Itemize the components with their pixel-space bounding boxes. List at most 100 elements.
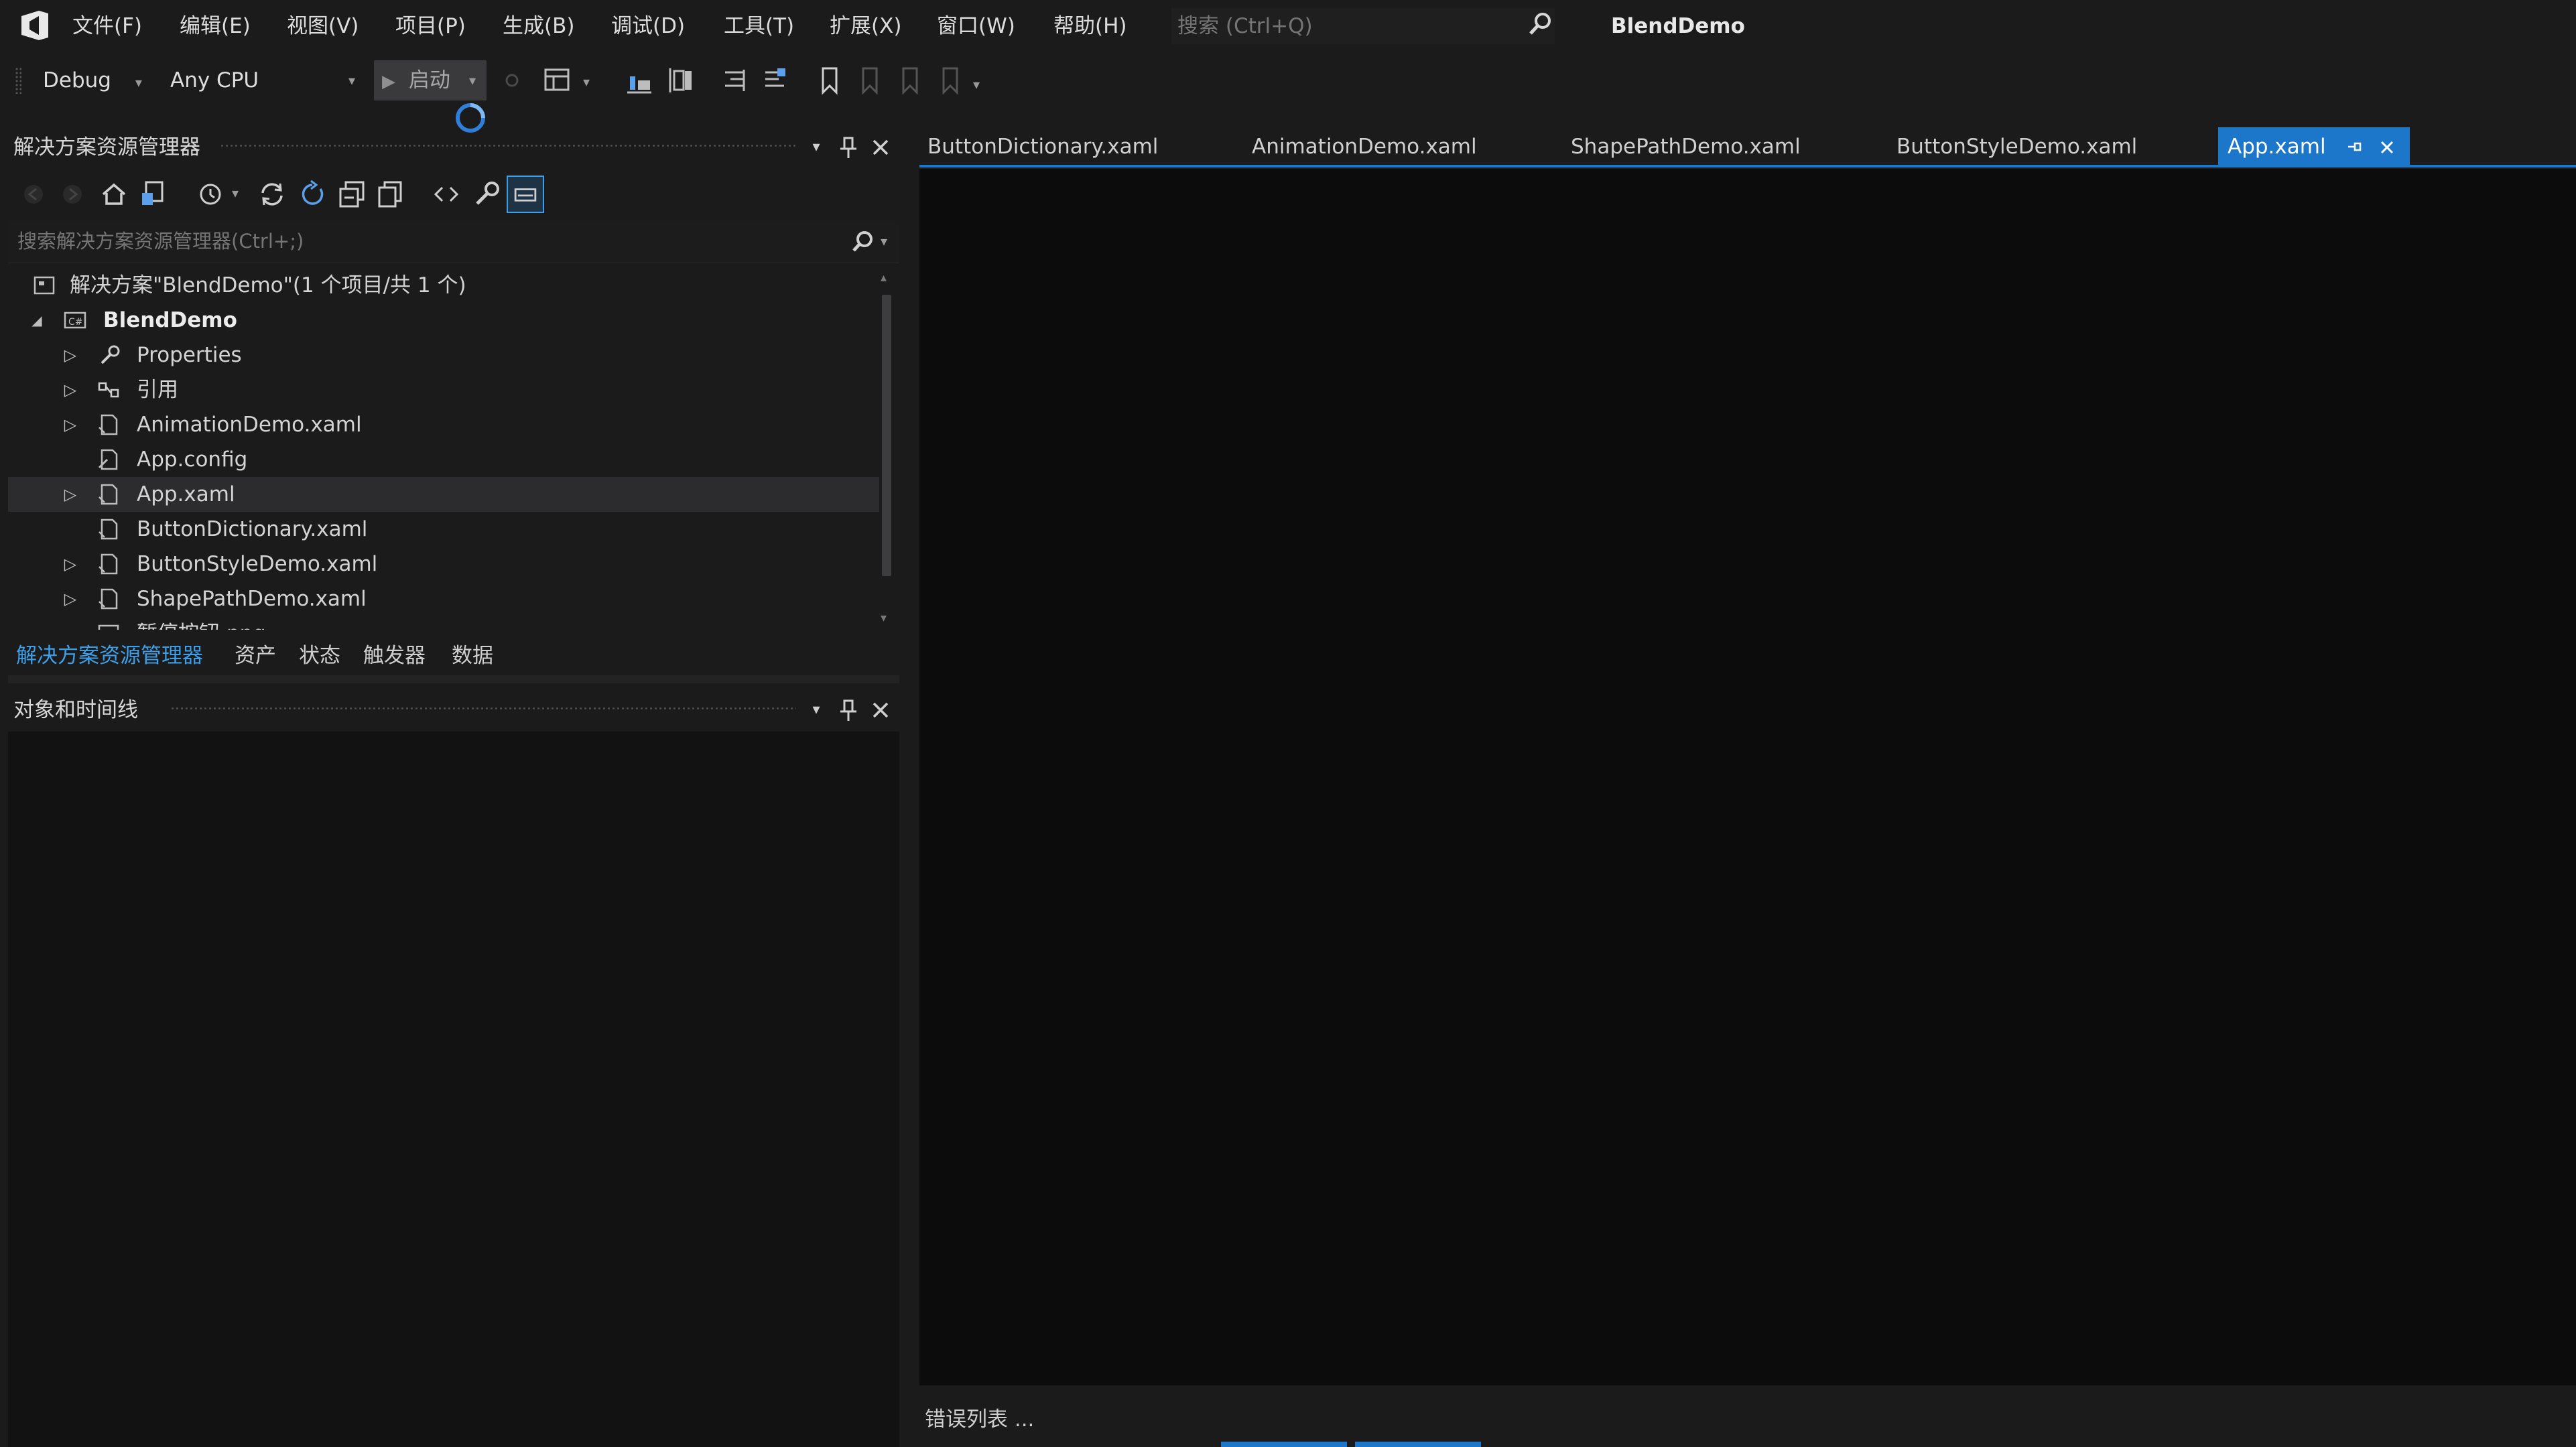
tree-project-node[interactable]: ◢ C# BlendDemo — [8, 303, 879, 338]
menu-extensions[interactable]: 扩展(X) — [826, 11, 905, 42]
tree-item-selected[interactable]: ▷ App.xaml — [8, 477, 879, 512]
chevron-down-icon: ▾ — [348, 72, 355, 88]
tree-item[interactable]: ButtonDictionary.xaml — [8, 512, 879, 547]
configuration-value: Debug — [43, 68, 111, 92]
forward-icon[interactable] — [54, 176, 91, 213]
menu-edit[interactable]: 编辑(E) — [176, 11, 255, 42]
blend-logo-icon[interactable] — [16, 7, 54, 44]
tree-item[interactable]: ▷ AnimationDemo.xaml — [8, 407, 879, 442]
error-list-title[interactable]: 错误列表 ... — [925, 1403, 1034, 1436]
close-icon[interactable] — [867, 134, 894, 161]
panel-drag-handle[interactable] — [220, 127, 796, 167]
tab-states[interactable]: 状态 — [299, 639, 340, 673]
menu-view[interactable]: 视图(V) — [283, 11, 363, 42]
tab-animation-demo[interactable]: AnimationDemo.xaml — [1252, 127, 1477, 166]
tab-triggers[interactable]: 触发器 — [363, 639, 426, 673]
menu-file[interactable]: 文件(F) — [68, 11, 146, 42]
tab-button-style-demo[interactable]: ButtonStyleDemo.xaml — [1896, 127, 2137, 166]
show-all-files-icon[interactable] — [373, 176, 410, 213]
global-search-input[interactable] — [1172, 9, 1554, 44]
outdent-icon[interactable] — [759, 64, 791, 96]
expand-arrow-icon[interactable]: ▷ — [60, 338, 80, 372]
collapse-all-icon[interactable] — [334, 176, 371, 213]
tab-solution-explorer[interactable]: 解决方案资源管理器 — [16, 639, 203, 673]
global-search-box[interactable] — [1171, 8, 1555, 44]
expand-arrow-icon[interactable]: ▷ — [60, 477, 80, 512]
chevron-down-icon[interactable]: ▾ — [232, 185, 239, 201]
solution-explorer-title[interactable]: 解决方案资源管理器 — [13, 127, 200, 167]
next-bookmark-icon[interactable] — [894, 64, 926, 96]
pin-icon[interactable] — [2345, 138, 2363, 155]
collapse-arrow-icon[interactable]: ◢ — [27, 303, 47, 338]
attach-icon[interactable] — [496, 64, 528, 96]
switch-views-icon[interactable] — [135, 176, 173, 213]
platform-dropdown[interactable]: Any CPU ▾ — [170, 62, 365, 99]
close-icon[interactable] — [867, 697, 894, 724]
clear-bookmarks-icon[interactable] — [934, 64, 966, 96]
bottom-panel-tab[interactable] — [1221, 1442, 1347, 1447]
toolbar-overflow-icon[interactable]: ▾ — [973, 76, 980, 92]
properties-wrench-icon[interactable] — [468, 176, 505, 213]
start-dropdown-chevron-icon[interactable]: ▾ — [469, 72, 476, 88]
align-left-icon[interactable] — [665, 64, 697, 96]
tab-button-dictionary[interactable]: ButtonDictionary.xaml — [927, 127, 1158, 166]
menu-tools[interactable]: 工具(T) — [720, 11, 798, 42]
tree-item[interactable]: ▷ ButtonStyleDemo.xaml — [8, 547, 879, 581]
tree-item[interactable]: 暂停按钮.png — [8, 616, 879, 630]
editor-canvas[interactable] — [919, 169, 2576, 1385]
panel-menu-chevron-icon[interactable]: ▾ — [803, 134, 830, 161]
search-icon[interactable] — [1525, 9, 1555, 39]
view-code-icon[interactable] — [428, 176, 465, 213]
refresh-icon[interactable] — [294, 176, 331, 213]
expand-arrow-icon[interactable]: ▷ — [60, 581, 80, 616]
chevron-down-icon: ▾ — [135, 74, 142, 90]
indent-icon[interactable] — [718, 64, 751, 96]
tree-solution-node[interactable]: 解决方案"BlendDemo"(1 个项目/共 1 个) — [8, 268, 879, 303]
close-icon[interactable] — [2378, 138, 2396, 157]
panel-drag-handle[interactable] — [170, 690, 796, 730]
scroll-up-arrow-icon[interactable]: ▴ — [881, 271, 887, 285]
chevron-down-icon[interactable]: ▾ — [583, 74, 590, 90]
menu-window[interactable]: 窗口(W) — [933, 11, 1019, 42]
tab-assets[interactable]: 资产 — [235, 639, 276, 673]
tree-item[interactable]: ▷ Properties — [8, 338, 879, 372]
search-options-chevron-icon[interactable]: ▾ — [881, 233, 887, 249]
panel-menu-chevron-icon[interactable]: ▾ — [803, 697, 830, 724]
tab-data[interactable]: 数据 — [452, 639, 493, 673]
tab-app-xaml-active[interactable]: App.xaml — [2218, 127, 2410, 166]
tree-item[interactable]: ▷ ShapePathDemo.xaml — [8, 581, 879, 616]
solution-explorer-search-input[interactable] — [8, 221, 858, 261]
tree-scrollbar-thumb[interactable] — [882, 295, 891, 576]
menu-help[interactable]: 帮助(H) — [1049, 11, 1131, 42]
sync-icon[interactable] — [253, 176, 291, 213]
pin-icon[interactable] — [835, 697, 862, 724]
tree-item-label: AnimationDemo.xaml — [137, 413, 362, 437]
menu-build[interactable]: 生成(B) — [499, 11, 578, 42]
layout-icon[interactable] — [541, 64, 574, 96]
pin-icon[interactable] — [835, 134, 862, 161]
pending-changes-filter-icon[interactable] — [193, 176, 231, 213]
expand-arrow-icon[interactable]: ▷ — [60, 372, 80, 407]
toolbar-grip[interactable] — [15, 67, 21, 94]
panel-splitter[interactable] — [8, 675, 899, 683]
expand-arrow-icon[interactable]: ▷ — [60, 407, 80, 442]
align-bottom-icon[interactable] — [623, 64, 655, 96]
objects-timeline-title[interactable]: 对象和时间线 — [13, 690, 138, 730]
back-icon[interactable] — [15, 176, 52, 213]
menu-project[interactable]: 项目(P) — [391, 11, 470, 42]
search-icon[interactable] — [848, 228, 878, 257]
preview-selected-items-button[interactable] — [507, 176, 544, 213]
tree-item[interactable]: App.config — [8, 442, 879, 477]
prev-bookmark-icon[interactable] — [854, 64, 886, 96]
scroll-down-arrow-icon[interactable]: ▾ — [881, 611, 887, 625]
vertical-splitter[interactable] — [902, 127, 917, 1447]
home-icon[interactable] — [95, 176, 133, 213]
bookmark-icon[interactable] — [814, 64, 846, 96]
tree-item[interactable]: ▷ 引用 — [8, 372, 879, 407]
menu-debug[interactable]: 调试(D) — [607, 11, 689, 42]
solution-explorer-search[interactable] — [8, 221, 899, 263]
expand-arrow-icon[interactable]: ▷ — [60, 547, 80, 581]
configuration-dropdown[interactable]: Debug ▾ — [43, 62, 142, 99]
bottom-panel-tab[interactable] — [1355, 1442, 1481, 1447]
tab-shape-path-demo[interactable]: ShapePathDemo.xaml — [1571, 127, 1801, 166]
